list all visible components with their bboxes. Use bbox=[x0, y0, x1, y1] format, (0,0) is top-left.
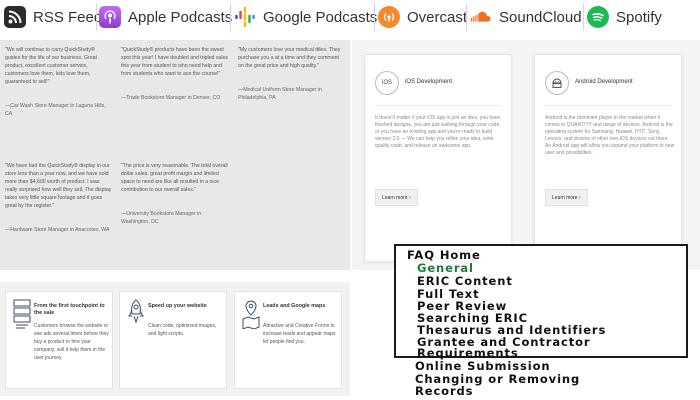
rss-feed-label: RSS Feed bbox=[33, 8, 103, 26]
feature-title: Leads and Google maps bbox=[263, 303, 326, 309]
ios-icon: iOS bbox=[375, 71, 399, 95]
testimonial-text: "QuickStudy® products have been the swee… bbox=[121, 47, 228, 77]
soundcloud-link[interactable]: SoundCloud bbox=[470, 3, 582, 31]
testimonial-author: —Hardware Store Manager in Anacortes, WA bbox=[5, 227, 110, 233]
testimonial: "QuickStudy® products have been the swee… bbox=[121, 46, 229, 102]
android-icon bbox=[545, 71, 569, 95]
faq-item-requirements[interactable]: Requirements bbox=[417, 347, 519, 359]
feature-cards-section: From the first touchpoint to the sale Cu… bbox=[0, 282, 350, 396]
divider bbox=[545, 105, 671, 106]
testimonial-text: "We will continue to carry QuickStudy® g… bbox=[5, 47, 97, 85]
faq-item-eric-content[interactable]: ERIC Content bbox=[417, 275, 513, 287]
feature-description: Attractive and Creative Forms to increas… bbox=[263, 323, 336, 345]
faq-item-records[interactable]: Records bbox=[415, 385, 473, 397]
divider bbox=[374, 3, 375, 31]
faq-item-general[interactable]: General bbox=[417, 262, 474, 274]
testimonial: "The price is very reasonable. The total… bbox=[121, 162, 229, 226]
feature-title: Speed up your website bbox=[148, 303, 207, 309]
testimonial: "We will continue to carry QuickStudy® g… bbox=[5, 46, 111, 118]
spotify-link[interactable]: Spotify bbox=[587, 3, 662, 31]
testimonial-text: "The price is very reasonable. The total… bbox=[121, 163, 228, 193]
testimonial-text: "We have had the QuickStudy® display in … bbox=[5, 163, 112, 209]
google-podcasts-icon bbox=[234, 6, 256, 28]
service-card: Android Development Android is the domin… bbox=[534, 54, 682, 262]
map-pin-icon bbox=[242, 300, 260, 329]
testimonial: "We have had the QuickStudy® display in … bbox=[5, 162, 113, 234]
testimonials-panel: "We will continue to carry QuickStudy® g… bbox=[0, 40, 350, 270]
overcast-icon bbox=[378, 6, 400, 28]
spotify-label: Spotify bbox=[616, 8, 662, 26]
service-title: Android Development bbox=[575, 79, 633, 85]
user-journey-icon bbox=[13, 299, 31, 329]
testimonial-author: —Car Wash Store Manager in Laguna Hills,… bbox=[5, 103, 106, 117]
divider bbox=[96, 3, 97, 31]
apple-podcasts-link[interactable]: Apple Podcasts bbox=[99, 3, 232, 31]
podcast-subscribe-bar: RSS Feed Apple Podcasts Google Podcasts bbox=[0, 0, 700, 34]
divider bbox=[375, 105, 501, 106]
feature-card: Leads and Google maps Attractive and Cre… bbox=[234, 291, 342, 389]
google-podcasts-label: Google Podcasts bbox=[263, 8, 378, 26]
learn-more-button[interactable]: Learn more › bbox=[545, 189, 588, 206]
testimonial-text: "My customers love your medical titles. … bbox=[238, 47, 341, 69]
service-description: Android is the dominant player in the ma… bbox=[545, 115, 675, 156]
service-card: iOS iOS Development It doesn't matter if… bbox=[364, 54, 512, 262]
soundcloud-icon bbox=[470, 6, 492, 28]
feature-card: Speed up your website Clean code, optimi… bbox=[119, 291, 227, 389]
divider bbox=[230, 3, 231, 31]
soundcloud-label: SoundCloud bbox=[499, 8, 582, 26]
apple-podcasts-icon bbox=[99, 6, 121, 28]
rss-icon bbox=[4, 6, 26, 28]
learn-more-button[interactable]: Learn more › bbox=[375, 189, 418, 206]
service-title: iOS Development bbox=[405, 79, 453, 85]
rocket-icon bbox=[128, 299, 144, 324]
testimonial: "My customers love your medical titles. … bbox=[238, 46, 344, 102]
apple-podcasts-label: Apple Podcasts bbox=[128, 8, 233, 26]
feature-description: Clean code, optimised images, and light … bbox=[148, 323, 217, 337]
feature-card: From the first touchpoint to the sale Cu… bbox=[5, 291, 113, 389]
faq-home-link[interactable]: FAQ Home bbox=[407, 249, 481, 261]
testimonial-author: —University Bookstore Manager in Washing… bbox=[121, 211, 202, 225]
service-description: It doesn't matter if your iOS app is jus… bbox=[375, 115, 501, 149]
divider bbox=[583, 3, 584, 31]
divider bbox=[466, 3, 467, 31]
google-podcasts-link[interactable]: Google Podcasts bbox=[234, 3, 377, 31]
testimonial-author: —Medical Uniform Store Manager in Philad… bbox=[238, 87, 322, 101]
faq-nav: FAQ Home General ERIC Content Full Text … bbox=[394, 244, 688, 359]
overcast-link[interactable]: Overcast bbox=[378, 3, 467, 31]
rss-feed-link[interactable]: RSS Feed bbox=[4, 3, 102, 31]
faq-item-online-submission[interactable]: Online Submission bbox=[415, 360, 550, 372]
overcast-label: Overcast bbox=[407, 8, 468, 26]
services-section: iOS iOS Development It doesn't matter if… bbox=[352, 40, 700, 270]
spotify-icon bbox=[587, 6, 609, 28]
feature-title: From the first touchpoint to the sale bbox=[34, 303, 105, 316]
feature-description: Customers browse the website or see ads … bbox=[34, 323, 109, 361]
testimonial-author: —Trade Bookstore Manager in Denver, CO bbox=[121, 95, 221, 101]
